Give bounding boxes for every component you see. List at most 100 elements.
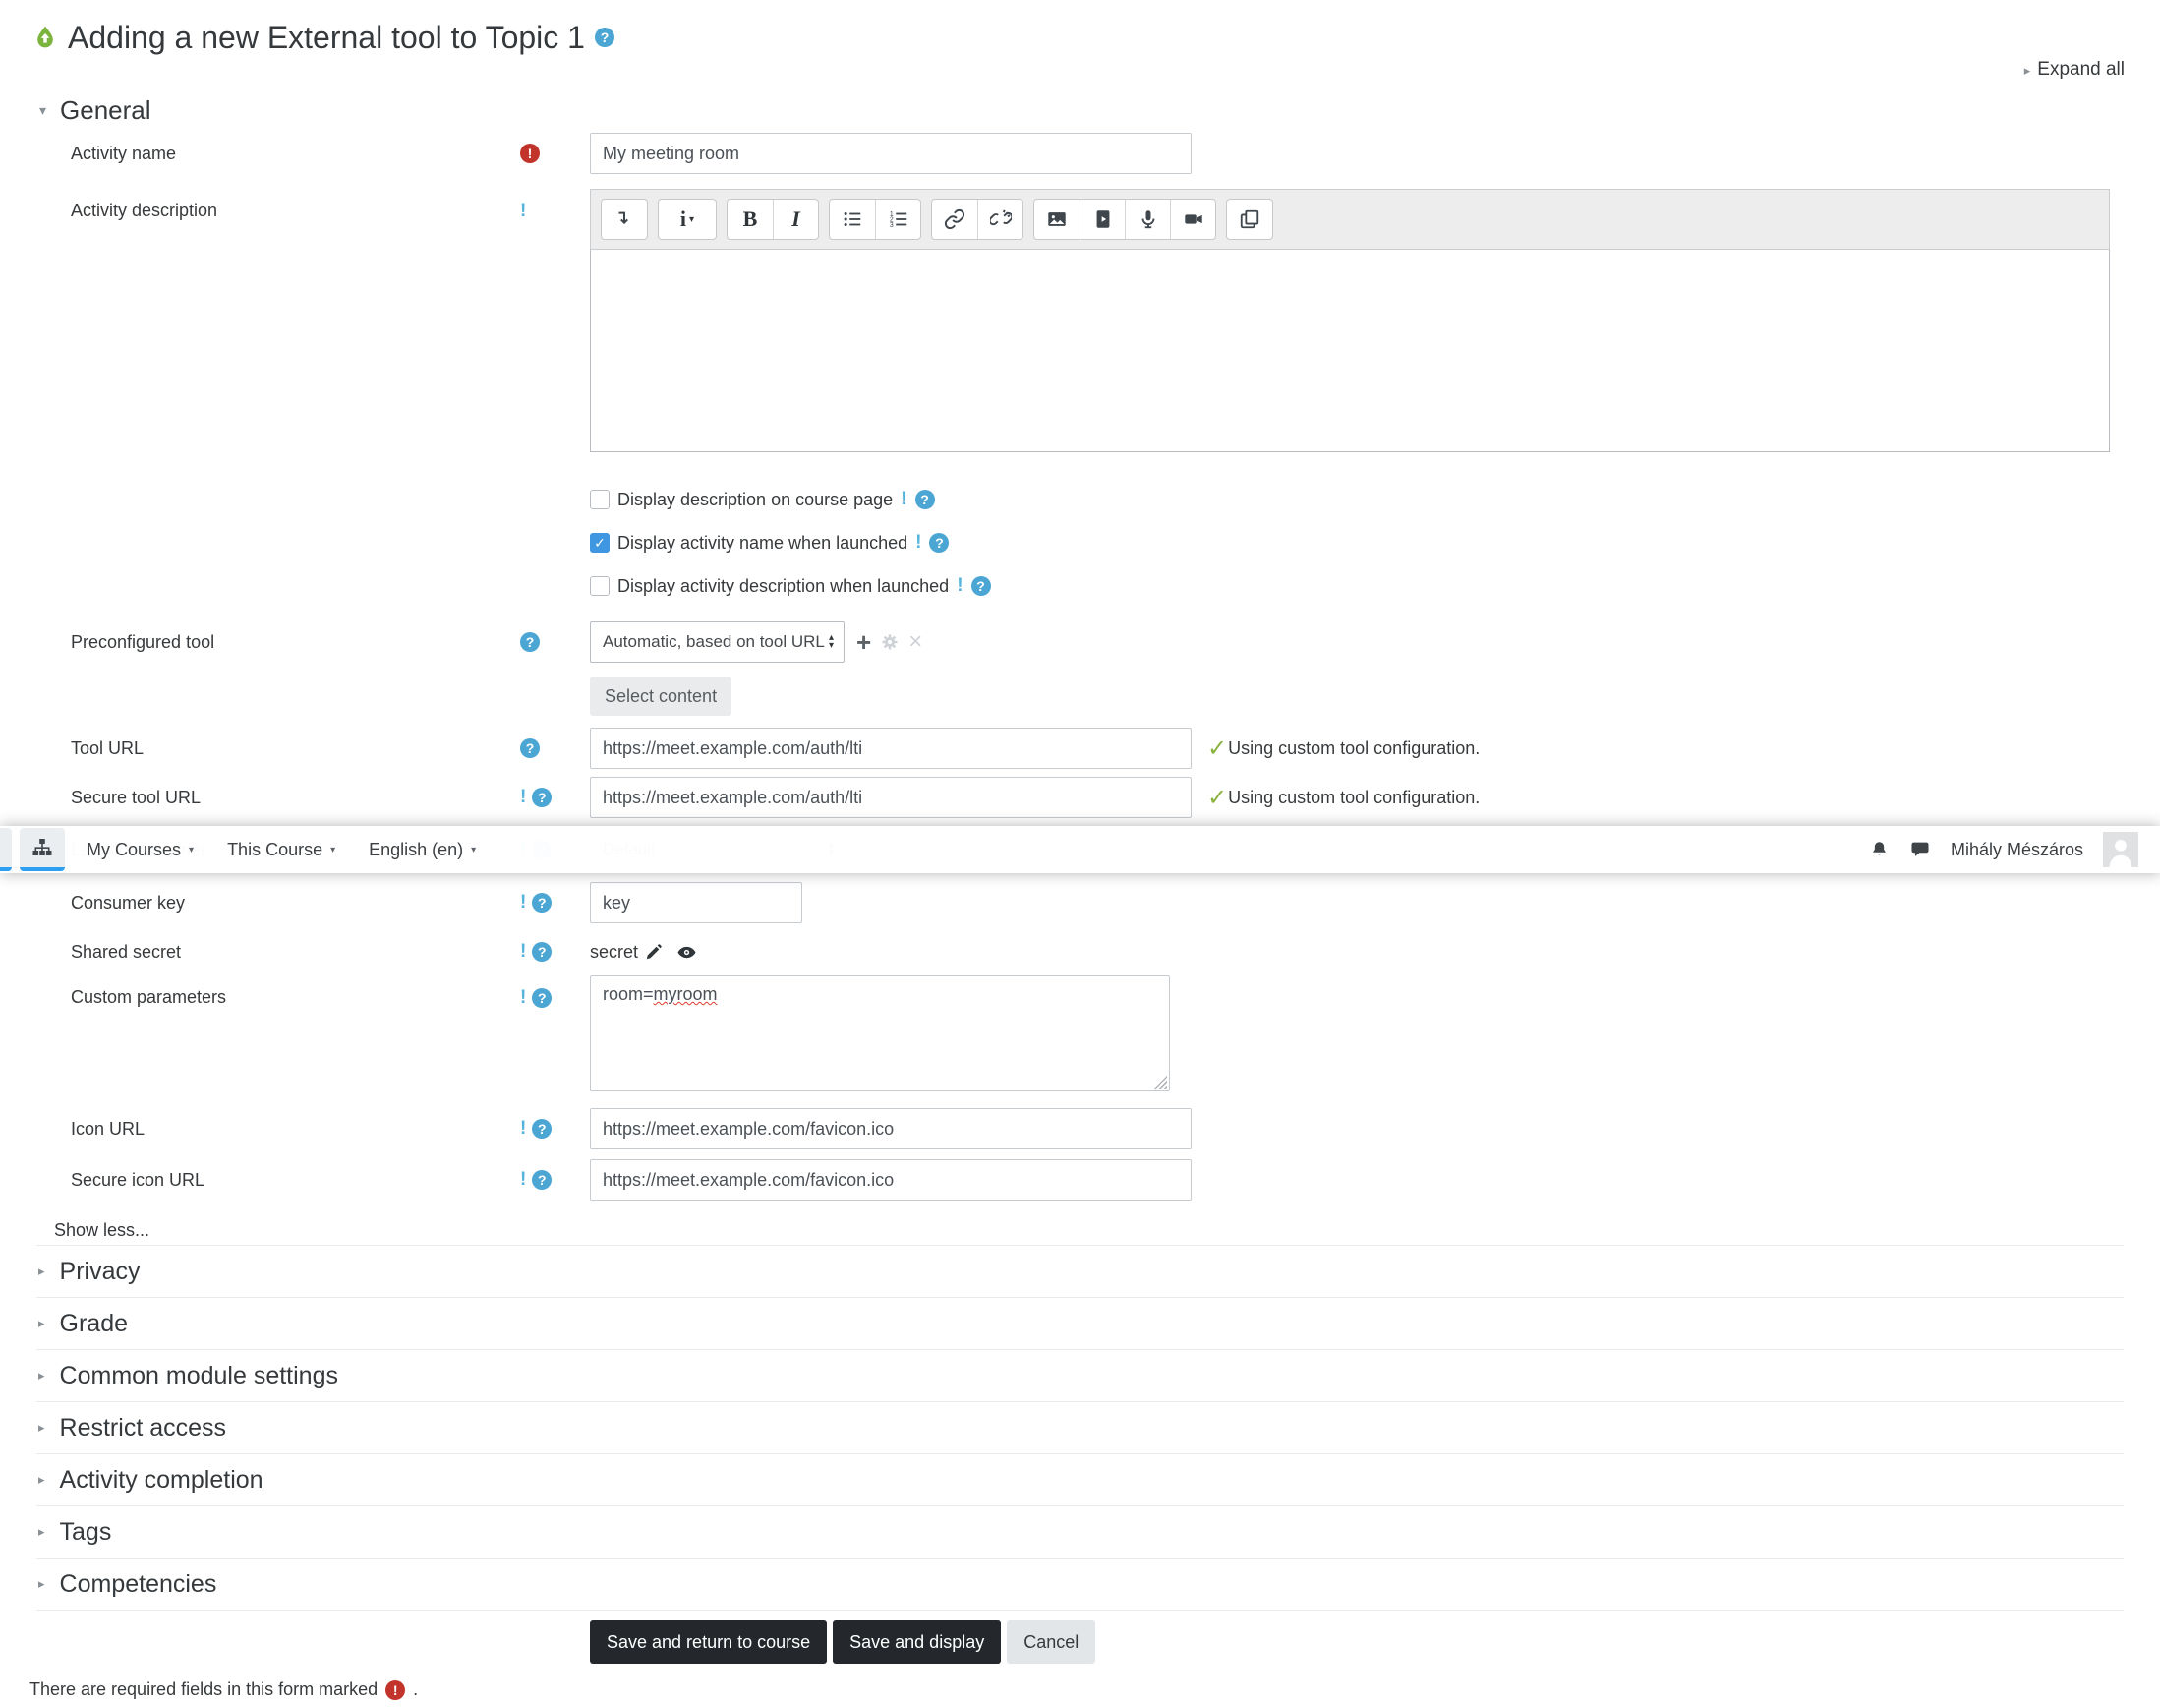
external-tool-droplet-icon [37, 26, 53, 48]
advanced-icon: ! [957, 575, 963, 596]
textarea-resize-handle[interactable] [1154, 1076, 1167, 1089]
help-icon[interactable]: ? [532, 1170, 553, 1190]
activity-name-input[interactable] [590, 133, 1192, 174]
toolbar-bold-icon[interactable]: B [728, 200, 773, 239]
required-icon: ! [385, 1679, 406, 1700]
toolbar-paragraph-style-icon[interactable]: i ▾ [659, 200, 716, 239]
save-return-button[interactable]: Save and return to course [590, 1620, 828, 1664]
section-activity-completion[interactable]: ▸ Activity completion [36, 1454, 2124, 1506]
secure-tool-url-input[interactable] [590, 777, 1192, 818]
triangle-right-icon: ▸ [38, 1316, 45, 1330]
nav-item-this-course[interactable]: This Course ▾ [227, 840, 335, 860]
form-row-custom-parameters: Custom parameters !? room=myroom [0, 975, 2160, 1091]
help-icon[interactable]: ? [532, 1119, 553, 1139]
messages-chat-icon[interactable] [1909, 839, 1931, 860]
title-help-icon[interactable]: ? [594, 28, 614, 47]
required-fields-note: There are required fields in this form m… [29, 1679, 419, 1700]
activity-name-label: Activity name [71, 143, 177, 163]
shared-secret-value: secret [590, 941, 639, 962]
nav-item-language[interactable]: English (en) ▾ [369, 840, 476, 860]
nav-partial-tab[interactable] [0, 828, 12, 871]
select-arrows-icon: ▴▾ [828, 632, 834, 651]
form-row-consumer-key: Consumer key !? [0, 877, 2160, 928]
shared-secret-label: Shared secret [71, 941, 182, 962]
toolbar-link-icon[interactable] [932, 200, 977, 239]
advanced-icon: ! [520, 987, 527, 1008]
help-icon[interactable]: ? [532, 942, 553, 962]
toolbar-manage-files-icon[interactable] [1227, 200, 1272, 239]
tool-url-input[interactable] [590, 728, 1192, 769]
nav-sitemap-tab[interactable] [20, 828, 65, 871]
misspelled-word: myroom [653, 984, 718, 1004]
section-grade[interactable]: ▸ Grade [36, 1298, 2124, 1350]
section-restrict-access[interactable]: ▸ Restrict access [36, 1402, 2124, 1454]
success-check-icon: ✓ [1207, 784, 1228, 811]
toolbar-image-icon[interactable] [1034, 200, 1080, 239]
toolbar-italic-icon[interactable]: I [773, 200, 818, 239]
preconfigured-tool-label: Preconfigured tool [71, 631, 215, 652]
triangle-right-icon: ▸ [38, 1420, 45, 1435]
help-icon[interactable]: ? [532, 988, 553, 1008]
nav-item-my-courses[interactable]: My Courses ▾ [87, 840, 194, 860]
checkbox-row-display-description-launched: ✓ Display activity description when laun… [590, 564, 2160, 608]
section-common-module-settings[interactable]: ▸ Common module settings [36, 1350, 2124, 1402]
display-name-launched-checkbox[interactable]: ✓ [590, 533, 610, 553]
show-less-link[interactable]: Show less... [54, 1215, 2160, 1245]
section-privacy[interactable]: ▸ Privacy [36, 1246, 2124, 1298]
help-icon[interactable]: ? [532, 788, 553, 807]
editor-toolbar: i ▾ B I 123 [590, 189, 2110, 250]
add-tool-icon[interactable]: + [856, 629, 871, 655]
save-display-button[interactable]: Save and display [833, 1620, 1002, 1664]
reveal-eye-icon[interactable] [676, 942, 697, 963]
sticky-navbar: My Courses ▾ This Course ▾ English (en) ▾ M… [0, 826, 2160, 873]
advanced-icon: ! [520, 787, 527, 807]
select-content-button[interactable]: Select content [590, 677, 732, 716]
advanced-icon: ! [520, 1118, 527, 1139]
triangle-down-icon: ▾ [39, 101, 47, 118]
toolbar-record-video-icon[interactable] [1170, 200, 1215, 239]
form-row-secure-icon-url: Secure icon URL !? [0, 1154, 2160, 1206]
advanced-icon: ! [520, 892, 527, 913]
display-description-checkbox[interactable]: ✓ [590, 490, 610, 509]
help-icon[interactable]: ? [532, 893, 553, 913]
notifications-bell-icon[interactable] [1869, 840, 1890, 860]
custom-parameters-textarea[interactable]: room=myroom [590, 975, 1170, 1091]
toolbar-ordered-list-icon[interactable]: 123 [875, 200, 920, 239]
section-tags[interactable]: ▸ Tags [36, 1506, 2124, 1559]
toolbar-collapse-icon[interactable] [602, 200, 647, 239]
section-competencies[interactable]: ▸ Competencies [36, 1559, 2124, 1611]
help-icon[interactable]: ? [520, 632, 540, 652]
advanced-icon: ! [915, 532, 922, 553]
editor-content-area[interactable] [590, 250, 2110, 452]
secure-icon-url-input[interactable] [590, 1159, 1192, 1201]
help-icon[interactable]: ? [914, 490, 935, 509]
toolbar-media-icon[interactable] [1080, 200, 1125, 239]
delete-tool-icon: × [908, 628, 923, 655]
triangle-right-icon: ▸ [2023, 63, 2031, 78]
consumer-key-input[interactable] [590, 882, 802, 923]
display-description-launched-checkbox[interactable]: ✓ [590, 576, 610, 596]
help-icon[interactable]: ? [929, 533, 950, 553]
icon-url-input[interactable] [590, 1108, 1192, 1149]
toolbar-record-audio-icon[interactable] [1125, 200, 1170, 239]
edit-pencil-icon[interactable] [644, 943, 663, 962]
user-avatar[interactable] [2103, 832, 2138, 867]
form-row-icon-url: Icon URL !? [0, 1103, 2160, 1154]
page: Adding a new External tool to Topic 1 ? … [0, 16, 2160, 1708]
expand-all-link[interactable]: Expand all [2037, 59, 2125, 80]
cancel-button[interactable]: Cancel [1007, 1620, 1096, 1664]
toolbar-unordered-list-icon[interactable] [830, 200, 875, 239]
form-actions: Save and return to course Save and displ… [590, 1620, 2160, 1664]
required-icon: ! [520, 144, 540, 163]
user-name[interactable]: Mihály Mészáros [1951, 840, 2083, 860]
check-icon: ✓ [594, 534, 606, 551]
form-row-secure-tool-url: Secure tool URL !? ✓ Using custom tool c… [0, 773, 2160, 822]
toolbar-unlink-icon[interactable] [977, 200, 1022, 239]
collapsed-sections: ▸ Privacy ▸ Grade ▸ Common module settings … [36, 1245, 2124, 1611]
help-icon[interactable]: ? [520, 738, 540, 758]
section-general-header[interactable]: ▾ General [39, 88, 2160, 132]
nav-menu: My Courses ▾ This Course ▾ English (en) ▾ [87, 840, 476, 860]
help-icon[interactable]: ? [970, 576, 991, 596]
section-general-label: General [60, 94, 151, 125]
preconfigured-tool-select[interactable]: Automatic, based on tool URL ▴ ▾ [590, 621, 845, 663]
